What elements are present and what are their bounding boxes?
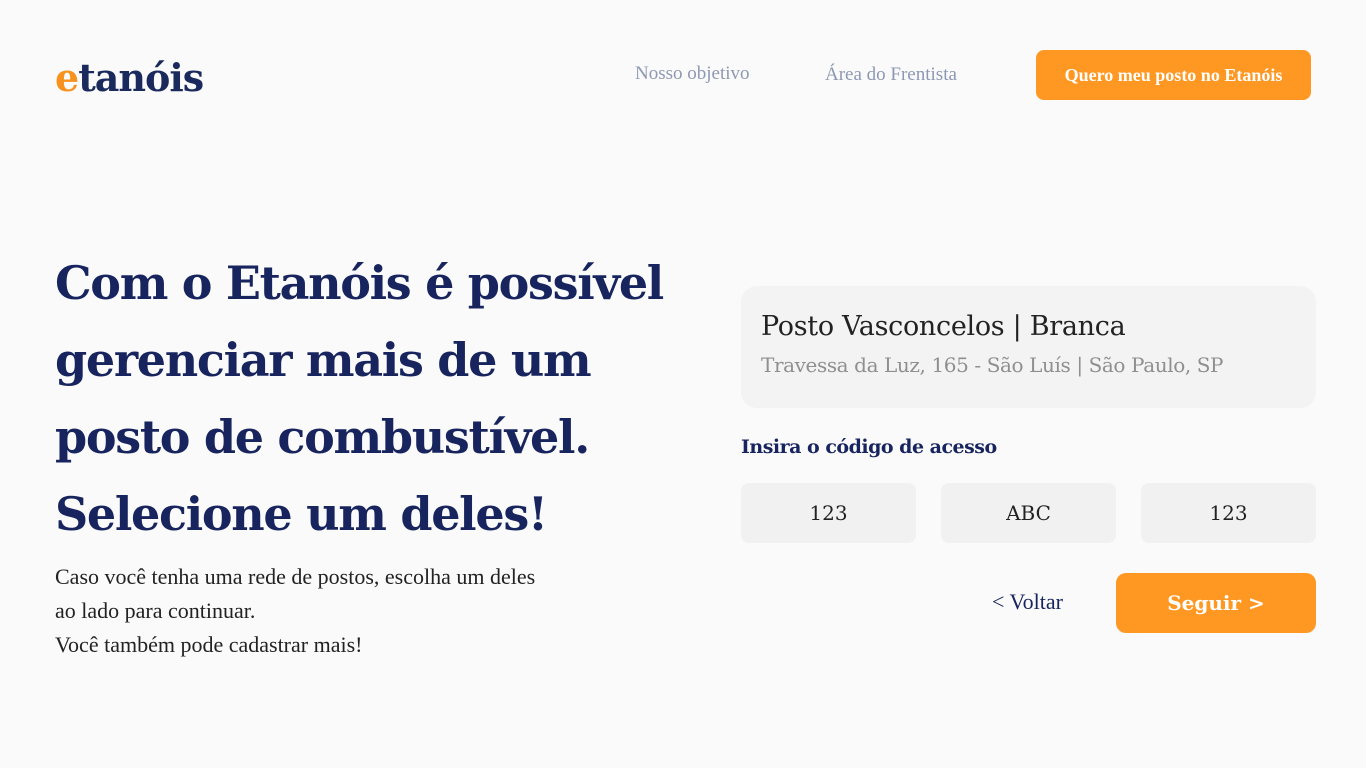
register-station-button[interactable]: Quero meu posto no Etanóis bbox=[1036, 50, 1311, 100]
hero-subtext: Caso você tenha uma rede de postos, esco… bbox=[55, 560, 655, 662]
nav-link-area-do-frentista[interactable]: Área do Frentista bbox=[825, 64, 957, 86]
access-code-label: Insira o código de acesso bbox=[741, 436, 997, 458]
hero-headline: Com o Etanóis é possível gerenciar mais … bbox=[55, 256, 664, 541]
nav-link-nosso-objetivo[interactable]: Nosso objetivo bbox=[635, 63, 750, 85]
hero-subtext-line: Caso você tenha uma rede de postos, esco… bbox=[55, 564, 536, 589]
station-name: Posto Vasconcelos | Branca bbox=[761, 311, 1126, 342]
access-code-input-2[interactable] bbox=[941, 483, 1116, 543]
page: etanóis Nosso objetivo Área do Frentista… bbox=[0, 0, 1366, 768]
logo-prefix: e bbox=[55, 55, 79, 100]
hero-subtext-line: Você também pode cadastrar mais! bbox=[55, 632, 363, 657]
hero-subtext-line: ao lado para continuar. bbox=[55, 598, 256, 623]
next-button[interactable]: Seguir > bbox=[1116, 573, 1316, 633]
back-button[interactable]: < Voltar bbox=[975, 585, 1080, 619]
logo-text: tanóis bbox=[78, 55, 204, 100]
station-address: Travessa da Luz, 165 - São Luís | São Pa… bbox=[761, 353, 1224, 377]
access-code-input-1[interactable] bbox=[741, 483, 916, 543]
logo[interactable]: etanóis bbox=[55, 54, 204, 102]
access-code-input-3[interactable] bbox=[1141, 483, 1316, 543]
station-card[interactable]: Posto Vasconcelos | Branca Travessa da L… bbox=[741, 286, 1316, 408]
